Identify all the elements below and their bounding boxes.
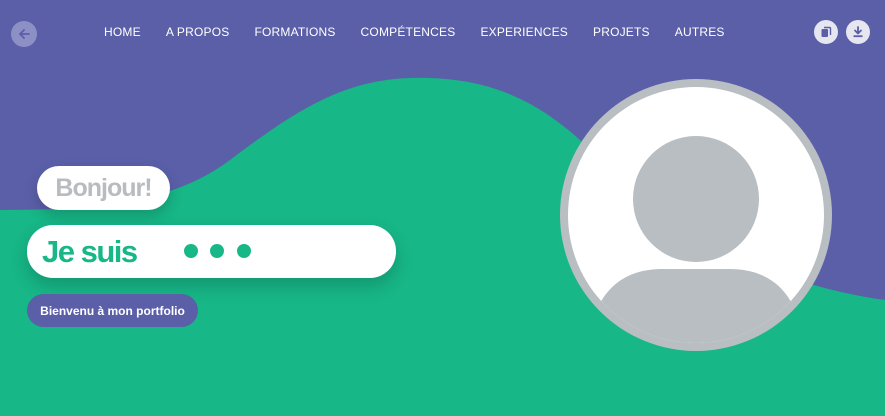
- intro-text: Je suis: [42, 234, 138, 269]
- nav-item-home[interactable]: HOME: [104, 24, 141, 40]
- download-button[interactable]: [846, 20, 870, 44]
- nav-item-autres[interactable]: AUTRES: [675, 24, 725, 40]
- welcome-button[interactable]: Bienvenu à mon portfolio: [27, 294, 198, 327]
- copy-icon: [821, 26, 832, 37]
- avatar-frame: [568, 87, 824, 343]
- back-button[interactable]: [11, 21, 37, 47]
- user-avatar-icon: [568, 136, 824, 343]
- nav-item-a-propos[interactable]: A PROPOS: [166, 24, 230, 40]
- nav-item-formations[interactable]: FORMATIONS: [254, 24, 335, 40]
- typing-dot: [210, 244, 224, 258]
- typing-dot: [184, 244, 198, 258]
- greeting-bubble: Bonjour!: [37, 166, 170, 210]
- nav-item-experiences[interactable]: EXPERIENCES: [480, 24, 568, 40]
- top-navigation-bar: HOME A PROPOS FORMATIONS COMPÉTENCES EXP…: [0, 0, 885, 64]
- download-icon: [853, 26, 863, 38]
- nav-item-competences[interactable]: COMPÉTENCES: [361, 24, 456, 40]
- intro-bubble: Je suis: [27, 225, 396, 278]
- typing-dot: [237, 244, 251, 258]
- main-nav: HOME A PROPOS FORMATIONS COMPÉTENCES EXP…: [104, 24, 725, 40]
- nav-item-projets[interactable]: PROJETS: [593, 24, 650, 40]
- profile-avatar: [560, 79, 832, 351]
- arrow-left-icon: [19, 29, 30, 39]
- copy-button[interactable]: [814, 20, 838, 44]
